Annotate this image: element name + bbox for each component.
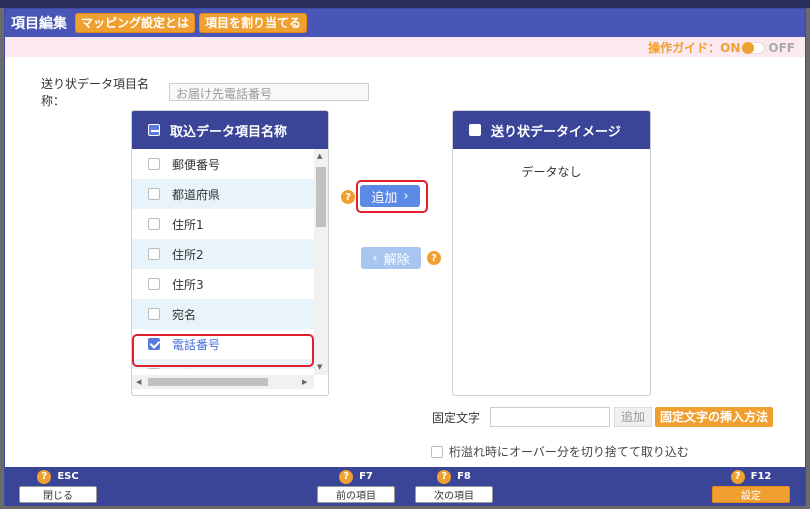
guide-toggle[interactable] — [742, 41, 766, 54]
fixed-text-label: 固定文字 — [432, 410, 481, 425]
item-checkbox[interactable] — [148, 188, 160, 200]
background-app-bar — [0, 0, 810, 8]
scroll-up-icon[interactable]: ▲ — [317, 152, 322, 160]
f12-key-label: F12 — [750, 471, 772, 482]
fixed-text-input[interactable] — [490, 407, 610, 427]
item-checkbox[interactable] — [148, 368, 160, 369]
item-checkbox[interactable] — [148, 308, 160, 320]
horizontal-scrollbar[interactable]: ◀ ▶ — [132, 375, 314, 389]
f7-key-group: ? F7 前の項目 — [317, 469, 395, 503]
truncate-label: 桁溢れ時にオーバー分を切り捨てて取り込む — [449, 445, 689, 459]
list-item[interactable]: 住所2 — [132, 239, 314, 269]
item-name-label: 送り状データ項目名称： — [41, 77, 150, 108]
import-items-title: 取込データ項目名称 — [170, 124, 288, 140]
item-label: 都道府県 — [172, 187, 221, 202]
waybill-select-all-checkbox[interactable] — [469, 124, 481, 136]
settings-button[interactable]: 設定 — [712, 486, 790, 503]
item-name-row: 送り状データ項目名称： お届け先電話番号 — [41, 75, 369, 109]
remove-help-icon[interactable]: ? — [427, 251, 441, 265]
guide-strip: 操作ガイド：ON OFF — [5, 37, 805, 57]
f12-help-icon[interactable]: ? — [730, 469, 745, 484]
empty-message: データなし — [521, 165, 582, 179]
fixed-text-howto-button[interactable]: 固定文字の挿入方法 — [655, 407, 774, 427]
item-checkbox[interactable] — [148, 278, 160, 290]
truncate-checkbox[interactable] — [431, 445, 443, 458]
remove-button[interactable]: ‹ 解除 — [361, 247, 421, 269]
item-label: 住所2 — [172, 247, 204, 262]
fixed-text-add-button[interactable]: 追加 — [614, 407, 653, 427]
toggle-knob — [742, 41, 755, 54]
dialog-title: 項目編集 — [11, 16, 67, 32]
import-items-header: 取込データ項目名称 — [132, 111, 328, 149]
f8-key-group: ? F8 次の項目 — [415, 469, 493, 503]
list-item[interactable]: 宛名 — [132, 299, 314, 329]
list-item[interactable]: 住所3 — [132, 269, 314, 299]
waybill-image-header: 送り状データイメージ — [453, 111, 650, 149]
item-checkbox[interactable] — [148, 248, 160, 260]
esc-help-icon[interactable]: ? — [37, 469, 52, 484]
previous-item-button[interactable]: 前の項目 — [317, 486, 395, 503]
f7-key-label: F7 — [359, 471, 373, 482]
next-item-button[interactable]: 次の項目 — [415, 486, 493, 503]
f12-key-group: ? F12 設定 — [712, 469, 790, 503]
truncate-option[interactable]: 桁溢れ時にオーバー分を切り捨てて取り込む — [431, 443, 689, 460]
function-key-bar: ? ESC 閉じる ? F7 前の項目 ? F8 次の項目 ? F12 設定 — [5, 467, 805, 506]
f7-help-icon[interactable]: ? — [339, 469, 354, 484]
esc-key-group: ? ESC 閉じる — [19, 469, 97, 503]
item-label: 宛名 — [172, 307, 197, 322]
scroll-down-icon[interactable]: ▼ — [317, 363, 322, 371]
add-button-label: 追加 — [371, 190, 398, 206]
item-label: 住所3 — [172, 277, 204, 292]
list-item[interactable]: 郵便番号 — [132, 149, 314, 179]
item-label: 住所1 — [172, 217, 204, 232]
add-button[interactable]: 追加 › — [360, 185, 420, 207]
f8-key-label: F8 — [457, 471, 471, 482]
item-checkbox[interactable] — [148, 218, 160, 230]
selected-item-highlight — [132, 334, 314, 367]
mapping-help-button[interactable]: マッピング設定とは — [75, 13, 196, 33]
esc-key-label: ESC — [57, 471, 79, 482]
chevron-right-icon: › — [403, 188, 409, 204]
waybill-image-title: 送り状データイメージ — [491, 124, 621, 140]
chevron-left-icon: ‹ — [372, 250, 378, 266]
guide-on-label: 操作ガイド：ON — [648, 41, 741, 55]
scroll-right-icon[interactable]: ▶ — [302, 378, 307, 386]
fixed-text-row: 固定文字 追加 固定文字の挿入方法 — [432, 407, 774, 427]
dialog-titlebar: 項目編集 マッピング設定とは 項目を割り当てる — [5, 9, 805, 37]
item-edit-dialog: 項目編集 マッピング設定とは 項目を割り当てる 操作ガイド：ON OFF 送り状… — [4, 8, 806, 506]
item-label: 郵便番号 — [172, 157, 221, 172]
guide-off-label: OFF — [768, 40, 795, 55]
close-button[interactable]: 閉じる — [19, 486, 97, 503]
select-all-checkbox[interactable] — [148, 124, 160, 136]
f8-help-icon[interactable]: ? — [437, 469, 452, 484]
scroll-left-icon[interactable]: ◀ — [136, 378, 141, 386]
remove-button-label: 解除 — [383, 252, 410, 268]
horizontal-scroll-thumb[interactable] — [148, 378, 268, 386]
vertical-scroll-thumb[interactable] — [316, 167, 326, 227]
item-name-field[interactable]: お届け先電話番号 — [169, 83, 369, 101]
list-item[interactable]: 住所1 — [132, 209, 314, 239]
vertical-scrollbar[interactable]: ▲ ▼ — [314, 149, 328, 375]
item-checkbox[interactable] — [148, 158, 160, 170]
add-help-icon[interactable]: ? — [341, 190, 355, 204]
list-item[interactable]: 都道府県 — [132, 179, 314, 209]
assign-items-button[interactable]: 項目を割り当てる — [199, 13, 308, 33]
guide-toggle-group: 操作ガイド：ON OFF — [648, 39, 795, 56]
waybill-image-panel: 送り状データイメージ データなし — [452, 110, 651, 396]
